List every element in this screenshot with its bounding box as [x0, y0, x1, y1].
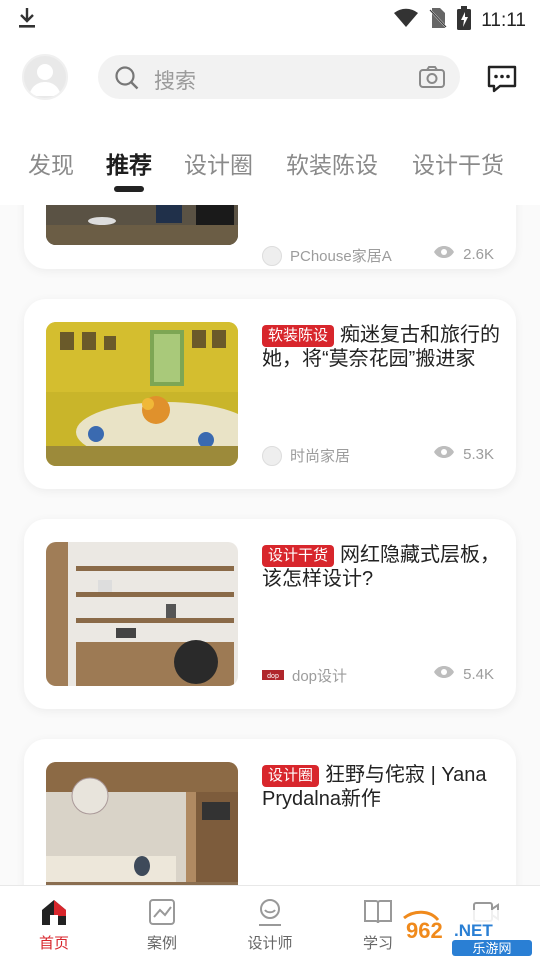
- nav-cases-label: 案例: [146, 935, 177, 952]
- camera-icon[interactable]: [418, 65, 446, 94]
- nav-designers-label: 设计师: [247, 935, 293, 952]
- article-meta: PChouse家居A 2.6K: [262, 245, 494, 267]
- tab-active-indicator: [114, 186, 144, 192]
- article-feed[interactable]: PChouse家居A 2.6K 软装陈设 痴迷复古和旅行的她，将“莫奈花园”搬进…: [0, 205, 540, 885]
- svg-text:dop: dop: [267, 673, 279, 680]
- article-thumbnail: [46, 205, 238, 245]
- article-views: 5.4K: [463, 665, 494, 683]
- designer-icon: [230, 896, 310, 928]
- article-source: PChouse家居A: [290, 248, 392, 265]
- article-card[interactable]: 设计干货 网红隐藏式层板，该怎样设计? dop dop设计 5.4K: [24, 519, 516, 709]
- article-views: 5.3K: [463, 445, 494, 463]
- article-card[interactable]: 软装陈设 痴迷复古和旅行的她，将“莫奈花园”搬进家 时尚家居 5.3K: [24, 299, 516, 489]
- tab-recommend[interactable]: 推荐: [106, 146, 152, 180]
- avatar[interactable]: [22, 54, 68, 100]
- views-eye-icon: [433, 445, 455, 463]
- home-icon: [14, 896, 94, 928]
- article-tag: 软装陈设: [262, 325, 335, 347]
- article-title[interactable]: 设计圈 狂野与侘寂 | Yana Prydalna新作: [262, 763, 502, 811]
- search-icon: [114, 65, 140, 96]
- article-meta: 时尚家居 5.3K: [262, 445, 494, 467]
- svg-text:乐游网: 乐游网: [472, 942, 511, 957]
- source-avatar-icon: [262, 445, 282, 466]
- views-eye-icon: [433, 665, 455, 683]
- article-card[interactable]: PChouse家居A 2.6K: [24, 205, 516, 269]
- article-meta: dop dop设计 5.4K: [262, 665, 494, 687]
- article-source: 时尚家居: [290, 448, 351, 465]
- article-card[interactable]: 设计圈 狂野与侘寂 | Yana Prydalna新作: [24, 739, 516, 885]
- chart-icon: [122, 896, 202, 928]
- header: 搜索: [0, 50, 540, 106]
- battery-icon: [457, 6, 472, 35]
- wifi-icon: [393, 8, 419, 33]
- download-icon: [16, 6, 38, 35]
- tab-discover[interactable]: 发现: [28, 146, 74, 180]
- article-thumbnail: [46, 542, 238, 686]
- message-icon[interactable]: [486, 64, 518, 99]
- source-avatar-icon: [262, 245, 282, 266]
- tab-design-circle[interactable]: 设计圈: [184, 146, 253, 180]
- article-tag: 设计圈: [262, 765, 320, 787]
- article-thumbnail: [46, 762, 238, 885]
- views-eye-icon: [433, 245, 455, 263]
- article-source: dop设计: [292, 668, 348, 685]
- tab-soft-furnishing[interactable]: 软装陈设: [286, 146, 378, 180]
- tab-design-tips[interactable]: 设计干货: [412, 146, 504, 180]
- nav-designers[interactable]: 设计师: [230, 896, 310, 953]
- search-placeholder: 搜索: [154, 70, 196, 93]
- article-views: 2.6K: [463, 245, 494, 263]
- svg-text:962: 962: [406, 918, 443, 943]
- search-bar[interactable]: 搜索: [98, 55, 460, 99]
- nav-home[interactable]: 首页: [14, 896, 94, 953]
- article-thumbnail: [46, 322, 238, 466]
- article-tag: 设计干货: [262, 545, 335, 567]
- svg-text:.NET: .NET: [454, 921, 493, 940]
- watermark-logo: 962 .NET 乐游网: [398, 908, 536, 958]
- status-bar: 11:11: [0, 0, 540, 36]
- nav-cases[interactable]: 案例: [122, 896, 202, 953]
- status-time: 11:11: [481, 9, 526, 31]
- article-title[interactable]: 软装陈设 痴迷复古和旅行的她，将“莫奈花园”搬进家: [262, 323, 502, 371]
- no-sim-icon: [429, 7, 447, 34]
- article-title[interactable]: 设计干货 网红隐藏式层板，该怎样设计?: [262, 543, 502, 591]
- dop-logo-icon: dop: [262, 667, 284, 684]
- category-tabs: 发现 推荐 设计圈 软装陈设 设计干货: [0, 140, 540, 200]
- nav-home-label: 首页: [38, 935, 69, 952]
